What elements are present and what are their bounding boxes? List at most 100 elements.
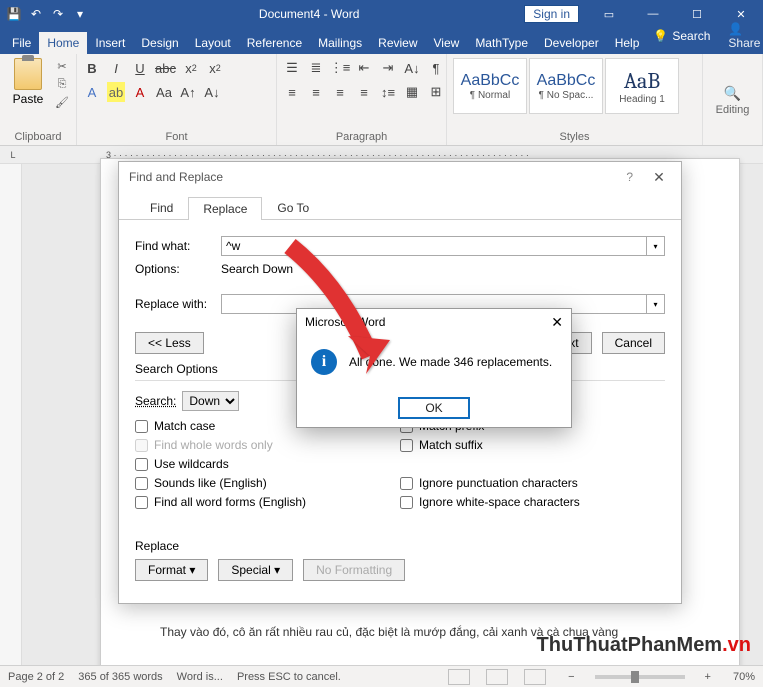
status-bar: Page 2 of 2 365 of 365 words Word is... … <box>0 665 763 687</box>
tab-layout[interactable]: Layout <box>187 32 239 54</box>
bullets-button[interactable]: ☰ <box>283 58 301 78</box>
tab-review[interactable]: Review <box>370 32 425 54</box>
tab-goto[interactable]: Go To <box>262 196 324 219</box>
tab-mailings[interactable]: Mailings <box>310 32 370 54</box>
chk-wildcards[interactable]: Use wildcards <box>135 457 400 471</box>
format-painter-icon[interactable]: 🖌 <box>54 94 70 110</box>
replace-section-label: Replace <box>135 539 665 553</box>
style-heading-1[interactable]: AaB Heading 1 <box>605 58 679 114</box>
redo-icon[interactable]: ↷ <box>50 6 66 22</box>
copy-icon[interactable]: ⎘ <box>54 76 70 92</box>
sort-button[interactable]: A↓ <box>403 58 421 78</box>
ribbon-options-icon[interactable]: ▭ <box>587 0 631 28</box>
bold-button[interactable]: B <box>83 58 101 78</box>
ok-button[interactable]: OK <box>398 397 470 419</box>
chk-ignore-whitespace[interactable]: Ignore white-space characters <box>400 495 665 509</box>
chk-match-suffix[interactable]: Match suffix <box>400 438 665 452</box>
tab-mathtype[interactable]: MathType <box>467 32 536 54</box>
numbering-button[interactable]: ≣ <box>307 58 325 78</box>
chk-sounds-like[interactable]: Sounds like (English) <box>135 476 400 490</box>
format-button[interactable]: Format ▾ <box>135 559 208 581</box>
decrease-indent-button[interactable]: ⇤ <box>355 58 373 78</box>
search-direction-label: Search: <box>135 394 176 408</box>
save-icon[interactable]: 💾 <box>6 6 22 22</box>
style-normal[interactable]: AaBbCc ¶ Normal <box>453 58 527 114</box>
font-color-button[interactable]: A <box>131 82 149 102</box>
show-marks-button[interactable]: ¶ <box>427 58 445 78</box>
quick-access-toolbar: 💾 ↶ ↷ ▾ <box>0 6 94 22</box>
view-print-layout-icon[interactable] <box>486 669 508 685</box>
tab-help[interactable]: Help <box>607 32 648 54</box>
cut-icon[interactable]: ✂ <box>54 58 70 74</box>
italic-button[interactable]: I <box>107 58 125 78</box>
info-icon: i <box>311 349 337 375</box>
shading-button[interactable]: ▦ <box>403 82 421 102</box>
ribbon: Paste ✂ ⎘ 🖌 Clipboard B I U abc x2 x2 A … <box>0 54 763 146</box>
align-right-button[interactable]: ≡ <box>331 82 349 102</box>
align-left-button[interactable]: ≡ <box>283 82 301 102</box>
close-icon[interactable]: ✕ <box>647 169 671 186</box>
tab-replace[interactable]: Replace <box>188 197 262 220</box>
tab-view[interactable]: View <box>426 32 468 54</box>
zoom-out-icon[interactable]: − <box>568 671 574 683</box>
status-words[interactable]: 365 of 365 words <box>78 671 162 683</box>
tab-find[interactable]: Find <box>135 196 188 219</box>
group-label: Font <box>83 129 270 143</box>
chk-word-forms[interactable]: Find all word forms (English) <box>135 495 400 509</box>
status-page[interactable]: Page 2 of 2 <box>8 671 64 683</box>
increase-indent-button[interactable]: ⇥ <box>379 58 397 78</box>
group-label: Clipboard <box>6 129 70 143</box>
msgbox-close-icon[interactable]: ✕ <box>551 314 563 331</box>
chk-ignore-punctuation[interactable]: Ignore punctuation characters <box>400 476 665 490</box>
less-button[interactable]: << Less <box>135 332 204 354</box>
shrink-font-button[interactable]: A↓ <box>203 82 221 102</box>
tab-home[interactable]: Home <box>39 32 87 54</box>
find-what-input[interactable] <box>221 236 647 256</box>
special-button[interactable]: Special ▾ <box>218 559 293 581</box>
no-formatting-button: No Formatting <box>303 559 405 581</box>
underline-button[interactable]: U <box>131 58 149 78</box>
view-read-mode-icon[interactable] <box>448 669 470 685</box>
undo-icon[interactable]: ↶ <box>28 6 44 22</box>
line-spacing-button[interactable]: ↕≡ <box>379 82 397 102</box>
zoom-slider[interactable] <box>595 675 685 679</box>
cancel-button[interactable]: Cancel <box>602 332 665 354</box>
group-label: Editing <box>716 102 750 116</box>
paste-button[interactable]: Paste <box>6 58 50 110</box>
view-web-layout-icon[interactable] <box>524 669 546 685</box>
find-what-dropdown-icon[interactable]: ▾ <box>647 236 665 256</box>
clipboard-icon <box>14 58 42 90</box>
style-no-spacing[interactable]: AaBbCc ¶ No Spac... <box>529 58 603 114</box>
zoom-level[interactable]: 70% <box>733 671 755 683</box>
tell-me-search[interactable]: 💡 Search <box>647 25 716 47</box>
change-case-button[interactable]: Aa <box>155 82 173 102</box>
tab-insert[interactable]: Insert <box>87 32 133 54</box>
strikethrough-button[interactable]: abc <box>155 58 176 78</box>
watermark: ThuThuatPhanMem.vn <box>537 634 751 657</box>
zoom-in-icon[interactable]: + <box>705 671 711 683</box>
replace-with-dropdown-icon[interactable]: ▾ <box>647 294 665 314</box>
multilevel-button[interactable]: ⋮≡ <box>331 58 349 78</box>
tab-design[interactable]: Design <box>133 32 186 54</box>
ribbon-tabs: File Home Insert Design Layout Reference… <box>0 28 763 54</box>
borders-button[interactable]: ⊞ <box>427 82 445 102</box>
sign-in-button[interactable]: Sign in <box>524 5 579 23</box>
msgbox-title: Microsoft Word <box>305 315 385 329</box>
qat-customize-icon[interactable]: ▾ <box>72 6 88 22</box>
find-what-label: Find what: <box>135 239 221 253</box>
dialog-titlebar: Find and Replace ? ✕ <box>119 162 681 192</box>
tab-developer[interactable]: Developer <box>536 32 607 54</box>
justify-button[interactable]: ≡ <box>355 82 373 102</box>
share-button[interactable]: 👤 Share <box>720 18 763 54</box>
superscript-button[interactable]: x2 <box>206 58 224 78</box>
find-icon[interactable]: 🔍 <box>724 85 741 102</box>
search-direction-select[interactable]: Down <box>182 391 239 411</box>
align-center-button[interactable]: ≡ <box>307 82 325 102</box>
highlight-button[interactable]: ab <box>107 82 125 102</box>
subscript-button[interactable]: x2 <box>182 58 200 78</box>
grow-font-button[interactable]: A↑ <box>179 82 197 102</box>
help-icon[interactable]: ? <box>626 170 633 184</box>
tab-references[interactable]: Reference <box>239 32 310 54</box>
tab-file[interactable]: File <box>4 32 39 54</box>
text-effects-button[interactable]: A <box>83 82 101 102</box>
